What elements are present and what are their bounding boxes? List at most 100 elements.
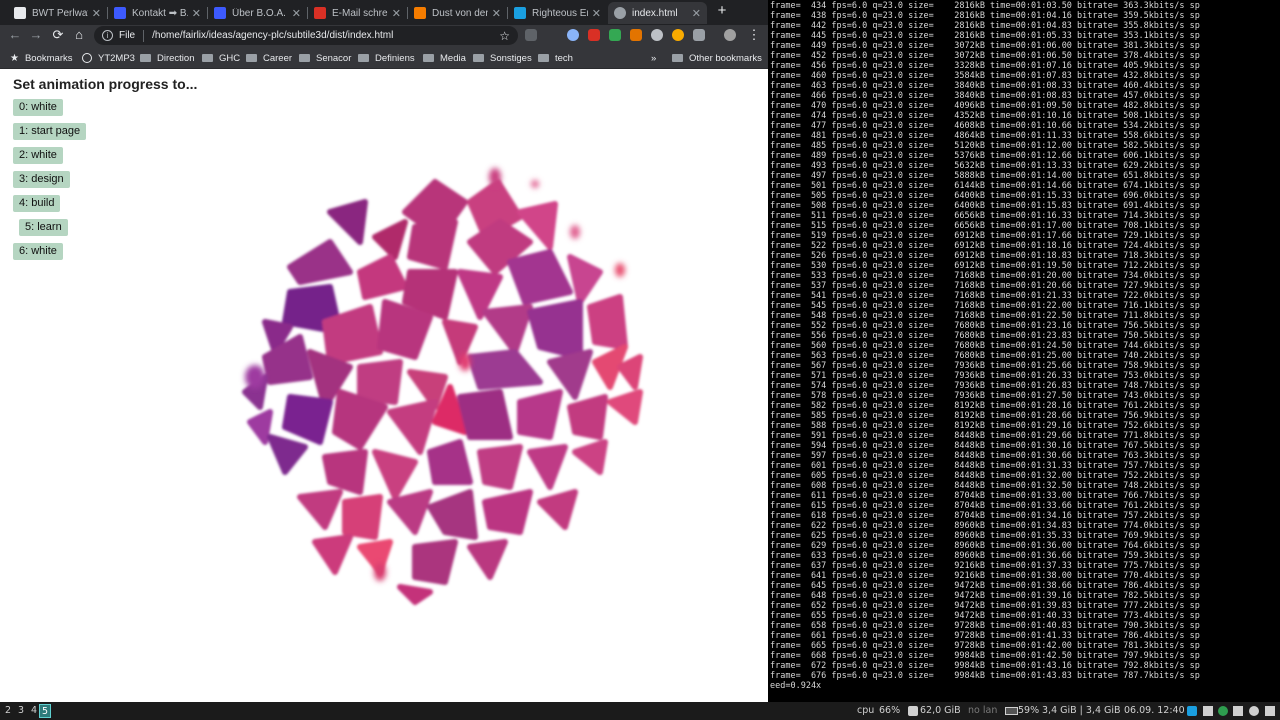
- progress-button-0[interactable]: 0: white: [13, 99, 63, 116]
- folder-icon: [423, 54, 434, 62]
- extension-icon[interactable]: [672, 29, 684, 41]
- terminal-line: frame= 501 fps=6.0 q=23.0 size= 6144kB t…: [770, 181, 1200, 191]
- terminal-line: frame= 615 fps=6.0 q=23.0 size= 8704kB t…: [770, 501, 1200, 511]
- tray-icon[interactable]: [1218, 706, 1228, 716]
- ublock-icon[interactable]: [588, 29, 600, 41]
- terminal-line: frame= 442 fps=6.0 q=23.0 size= 2816kB t…: [770, 21, 1200, 31]
- progress-button-6[interactable]: 6: white: [13, 243, 63, 260]
- terminal-line: frame= 545 fps=6.0 q=23.0 size= 7168kB t…: [770, 301, 1200, 311]
- terminal-line: frame= 605 fps=6.0 q=23.0 size= 8448kB t…: [770, 471, 1200, 481]
- bookmark-label: Media: [440, 52, 466, 64]
- terminal-line: frame= 571 fps=6.0 q=23.0 size= 7936kB t…: [770, 371, 1200, 381]
- extension-icon[interactable]: [651, 29, 663, 41]
- folder-icon: [299, 54, 310, 62]
- tab-title: Dust von den: [432, 7, 488, 19]
- bookmark-label: Sonstiges: [490, 52, 532, 64]
- menu-icon[interactable]: ⋮: [746, 27, 762, 43]
- terminal-line: frame= 652 fps=6.0 q=23.0 size= 9472kB t…: [770, 601, 1200, 611]
- terminal-line: frame= 611 fps=6.0 q=23.0 size= 8704kB t…: [770, 491, 1200, 501]
- terminal-line: frame= 672 fps=6.0 q=23.0 size= 9984kB t…: [770, 661, 1200, 671]
- back-button[interactable]: ←: [7, 27, 23, 43]
- close-icon[interactable]: ✕: [492, 7, 501, 20]
- tray-icon[interactable]: [1187, 706, 1197, 716]
- terminal-line: frame= 563 fps=6.0 q=23.0 size= 7680kB t…: [770, 351, 1200, 361]
- bookmark-folder-career[interactable]: Career: [246, 51, 292, 65]
- terminal-line: frame= 515 fps=6.0 q=23.0 size= 6656kB t…: [770, 221, 1200, 231]
- workspace-3[interactable]: 3: [15, 704, 27, 718]
- url-text[interactable]: /home/fairlix/ideas/agency-plc/subtile3d…: [152, 30, 393, 41]
- tab-ueber-boa[interactable]: Über B.O.A. Vi ✕: [208, 2, 307, 24]
- bookmark-folder-senacor[interactable]: Senacor: [299, 51, 351, 65]
- terminal-line: frame= 597 fps=6.0 q=23.0 size= 8448kB t…: [770, 451, 1200, 461]
- forward-button[interactable]: →: [28, 27, 44, 43]
- terminal-line: frame= 485 fps=6.0 q=23.0 size= 5120kB t…: [770, 141, 1200, 151]
- tab-kontakt[interactable]: Kontakt ➡ B.O ✕: [108, 2, 207, 24]
- progress-button-1[interactable]: 1: start page: [13, 123, 87, 140]
- star-icon: ★: [10, 52, 19, 64]
- terminal-window[interactable]: frame= 434 fps=6.0 q=23.0 size= 2816kB t…: [768, 0, 1280, 702]
- bookmark-yt2mp3[interactable]: YT2MP3: [82, 51, 135, 65]
- browser-toolbar: ← → ⟳ ⌂ i File /home/fairlix/ideas/agenc…: [0, 25, 768, 46]
- more-bookmarks-button[interactable]: »: [651, 51, 656, 65]
- bookmark-folder-ghc[interactable]: GHC: [202, 51, 240, 65]
- volume-icon[interactable]: [1249, 706, 1259, 716]
- bookmark-folder-media[interactable]: Media: [423, 51, 466, 65]
- progress-button-4[interactable]: 4: build: [13, 195, 61, 212]
- globe-icon: [82, 53, 92, 63]
- tab-strip: BWT Perlwater ✕ Kontakt ➡ B.O ✕ Über B.O…: [0, 0, 768, 25]
- tab-email[interactable]: E-Mail schreib ✕: [308, 2, 407, 24]
- tab-favicon: [514, 7, 526, 19]
- bookmark-folder-sonstiges[interactable]: Sonstiges: [473, 51, 532, 65]
- disk-icon: [908, 706, 918, 716]
- terminal-line: frame= 489 fps=6.0 q=23.0 size= 5376kB t…: [770, 151, 1200, 161]
- address-bar[interactable]: i File /home/fairlix/ideas/agency-plc/su…: [94, 26, 518, 45]
- terminal-line: frame= 574 fps=6.0 q=23.0 size= 7936kB t…: [770, 381, 1200, 391]
- extension-icon[interactable]: [630, 29, 642, 41]
- workspace-5[interactable]: 5: [39, 704, 51, 718]
- bookmark-bookmarks[interactable]: ★ Bookmarks: [10, 51, 72, 65]
- terminal-output: frame= 434 fps=6.0 q=23.0 size= 2816kB t…: [770, 1, 1200, 681]
- folder-icon: [538, 54, 549, 62]
- avatar[interactable]: [724, 29, 736, 41]
- terminal-line: frame= 622 fps=6.0 q=23.0 size= 8960kB t…: [770, 521, 1200, 531]
- close-icon[interactable]: ✕: [192, 7, 201, 20]
- settings-icon[interactable]: [693, 29, 705, 41]
- close-icon[interactable]: ✕: [292, 7, 301, 20]
- progress-button-5[interactable]: 5: learn: [19, 219, 68, 236]
- progress-button-2[interactable]: 2: white: [13, 147, 63, 164]
- shield-icon[interactable]: [1203, 706, 1213, 716]
- close-icon[interactable]: ✕: [392, 7, 401, 20]
- bookmark-folder-definiens[interactable]: Definiens: [358, 51, 415, 65]
- extension-icon[interactable]: [567, 29, 579, 41]
- terminal-line: frame= 463 fps=6.0 q=23.0 size= 3840kB t…: [770, 81, 1200, 91]
- tab-bwt[interactable]: BWT Perlwater ✕: [8, 2, 107, 24]
- tab-righteous[interactable]: Righteous Ene ✕: [508, 2, 607, 24]
- tab-dust[interactable]: Dust von den ✕: [408, 2, 507, 24]
- drive-icon[interactable]: [609, 29, 621, 41]
- terminal-line: frame= 552 fps=6.0 q=23.0 size= 7680kB t…: [770, 321, 1200, 331]
- workspace-2[interactable]: 2: [2, 704, 14, 718]
- terminal-line: frame= 511 fps=6.0 q=23.0 size= 6656kB t…: [770, 211, 1200, 221]
- other-bookmarks-folder[interactable]: Other bookmarks: [672, 51, 762, 65]
- terminal-line: frame= 655 fps=6.0 q=23.0 size= 9472kB t…: [770, 611, 1200, 621]
- power-icon[interactable]: [1265, 706, 1275, 716]
- bookmark-folder-tech[interactable]: tech: [538, 51, 573, 65]
- terminal-line: frame= 456 fps=6.0 q=23.0 size= 3328kB t…: [770, 61, 1200, 71]
- bookmark-folder-direction[interactable]: Direction: [140, 51, 195, 65]
- reload-button[interactable]: ⟳: [50, 27, 66, 43]
- progress-button-3[interactable]: 3: design: [13, 171, 70, 188]
- close-icon[interactable]: ✕: [692, 7, 701, 20]
- close-icon[interactable]: ✕: [92, 7, 101, 20]
- bookmark-star-icon[interactable]: ☆: [499, 29, 510, 43]
- wifi-icon[interactable]: [1233, 706, 1243, 716]
- new-tab-button[interactable]: +: [714, 2, 730, 22]
- tab-index-html[interactable]: index.html ✕: [608, 2, 707, 24]
- info-icon[interactable]: i: [102, 30, 113, 41]
- home-button[interactable]: ⌂: [71, 27, 87, 43]
- close-icon[interactable]: ✕: [592, 7, 601, 20]
- folder-icon: [672, 54, 683, 62]
- bookmark-label: Career: [263, 52, 293, 64]
- folder-icon: [358, 54, 369, 62]
- terminal-line: frame= 578 fps=6.0 q=23.0 size= 7936kB t…: [770, 391, 1200, 401]
- extension-icon[interactable]: [525, 29, 537, 41]
